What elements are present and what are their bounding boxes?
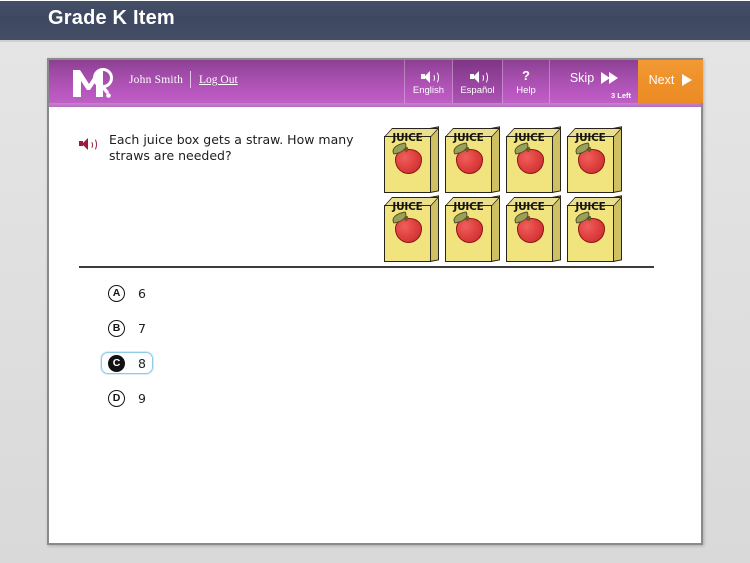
- juice-box-item: JUICE: [567, 126, 623, 193]
- option-letter: A: [108, 284, 125, 302]
- page-root: Grade K Item John Smith Log Out English …: [0, 0, 750, 563]
- juice-box-item: JUICE: [567, 195, 623, 262]
- m-magnifier-logo-icon: [70, 65, 117, 101]
- next-label: Next: [648, 73, 675, 87]
- section-divider: [79, 266, 654, 268]
- audio-english-button[interactable]: English: [405, 60, 452, 103]
- option-value: 7: [138, 320, 146, 336]
- audio-espanol-button[interactable]: Español: [453, 60, 502, 103]
- juice-box-item: JUICE: [506, 126, 562, 193]
- toolbar-underline: [49, 103, 701, 107]
- toolbar-divider: [190, 71, 191, 88]
- juice-box-label: JUICE: [514, 201, 545, 213]
- assessment-toolbar: John Smith Log Out English Español ? Hel…: [49, 60, 703, 107]
- help-button[interactable]: ? Help: [503, 60, 549, 103]
- juice-box-item: JUICE: [384, 126, 440, 193]
- answer-option-a[interactable]: A 6: [101, 282, 153, 304]
- option-value: 8: [138, 355, 146, 371]
- answer-option-b[interactable]: B 7: [101, 317, 153, 339]
- juice-box-label: JUICE: [392, 201, 423, 213]
- toolbar-separator: [549, 60, 550, 103]
- skip-label: Skip: [569, 71, 595, 85]
- juice-box-item: JUICE: [384, 195, 440, 262]
- speaker-icon: [405, 65, 452, 85]
- stimulus-image: JUICE JUICE JUICE JUICE JUICE JUICE JUIC…: [384, 126, 644, 266]
- double-chevron-right-icon: [601, 72, 619, 84]
- juice-box-label: JUICE: [514, 132, 545, 144]
- option-letter: B: [108, 319, 125, 337]
- assessment-panel: John Smith Log Out English Español ? Hel…: [47, 58, 703, 545]
- audio-espanol-label: Español: [460, 85, 495, 96]
- skip-remaining-count: 3 Left: [610, 91, 631, 100]
- juice-box-item: JUICE: [445, 195, 501, 262]
- option-letter: C: [108, 354, 125, 372]
- juice-box-label: JUICE: [575, 132, 606, 144]
- help-label: Help: [516, 85, 536, 96]
- option-letter: D: [108, 389, 125, 407]
- play-triangle-icon: [682, 74, 693, 86]
- juice-box-label: JUICE: [453, 132, 484, 144]
- juice-box-label: JUICE: [392, 132, 423, 144]
- juice-box-grid: JUICE JUICE JUICE JUICE JUICE JUICE JUIC…: [384, 126, 644, 266]
- option-value: 9: [138, 390, 146, 406]
- answer-option-d[interactable]: D 9: [101, 387, 153, 409]
- next-button[interactable]: Next: [638, 60, 703, 103]
- app-header: Grade K Item: [0, 0, 750, 42]
- juice-box-item: JUICE: [506, 195, 562, 262]
- question-text: Each juice box gets a straw. How many st…: [109, 132, 354, 163]
- speaker-icon: [453, 65, 502, 85]
- juice-box-label: JUICE: [575, 201, 606, 213]
- skip-button[interactable]: Skip 3 Left: [551, 60, 637, 103]
- user-name: John Smith: [129, 74, 184, 86]
- question-mark-icon: ?: [522, 68, 530, 83]
- answer-options: A 6 B 7 C 8 D 9: [101, 282, 153, 422]
- juice-box-item: JUICE: [445, 126, 501, 193]
- logout-link[interactable]: Log Out: [199, 74, 238, 86]
- juice-box-label: JUICE: [453, 201, 484, 213]
- answer-option-c[interactable]: C 8: [101, 352, 153, 374]
- page-title: Grade K Item: [48, 7, 175, 29]
- option-value: 6: [138, 285, 146, 301]
- question-speaker-icon[interactable]: [79, 135, 97, 153]
- audio-english-label: English: [412, 85, 445, 96]
